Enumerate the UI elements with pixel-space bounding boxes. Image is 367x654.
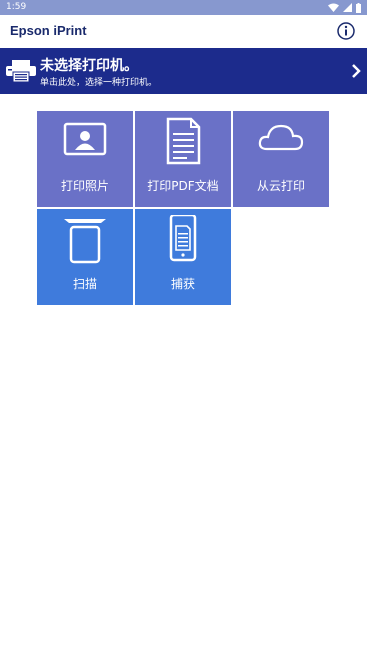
tile-label: 捕获 <box>170 277 195 291</box>
battery-icon <box>356 2 361 13</box>
status-time: 1:59 <box>6 2 27 12</box>
photo-icon <box>63 122 107 156</box>
print-from-cloud-tile[interactable]: 从云打印 <box>233 111 329 207</box>
scanner-icon <box>64 219 106 264</box>
status-bar: 1:59 <box>0 0 367 15</box>
wifi-icon <box>328 3 339 12</box>
banner-title: 未选择打印机。 <box>40 58 138 74</box>
signal-icon <box>343 3 352 12</box>
status-icons <box>328 2 361 13</box>
info-icon[interactable] <box>337 22 355 40</box>
cloud-icon <box>258 124 304 151</box>
chevron-right-icon <box>352 64 361 78</box>
app-title: Epson iPrint <box>10 23 87 38</box>
phone-document-icon <box>169 215 197 262</box>
tile-label: 打印照片 <box>60 179 109 193</box>
banner-subtitle: 单击此处，选择一种打印机。 <box>40 78 158 88</box>
printer-icon <box>6 60 36 82</box>
print-pdf-tile[interactable]: 打印PDF文档 <box>135 111 231 207</box>
app-bar: Epson iPrint <box>0 15 367 48</box>
printer-select-banner[interactable]: 未选择打印机。 单击此处，选择一种打印机。 <box>0 48 367 94</box>
tile-label: 从云打印 <box>256 179 305 193</box>
capture-tile[interactable]: 捕获 <box>135 209 231 305</box>
scan-tile[interactable]: 扫描 <box>37 209 133 305</box>
tile-label: 扫描 <box>72 277 97 291</box>
tile-label: 打印PDF文档 <box>147 179 219 193</box>
print-photo-tile[interactable]: 打印照片 <box>37 111 133 207</box>
document-icon <box>166 117 201 165</box>
